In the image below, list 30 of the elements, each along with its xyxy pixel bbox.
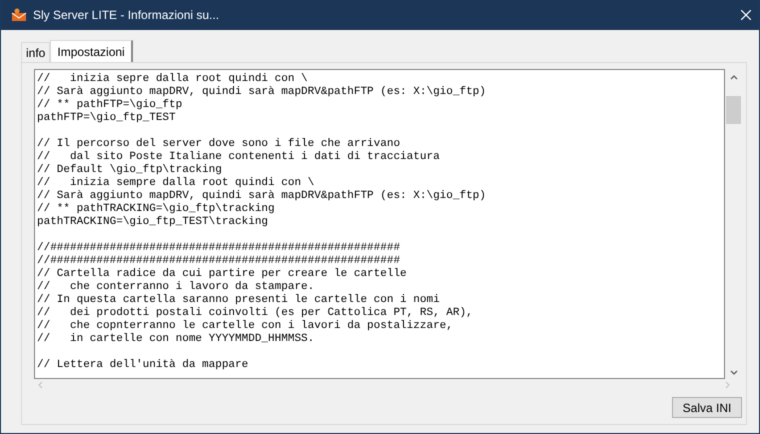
scrollbar-thumb[interactable] — [726, 96, 742, 124]
code-line: //##################################################### — [37, 242, 402, 255]
code-line: // Il percorso del server dove sono i file che arrivano — [37, 138, 402, 151]
code-line: pathTRACKING=\gio_ftp_TEST\tracking — [37, 216, 270, 229]
code-line: // Lettera dell'unità da mappare — [37, 359, 250, 372]
envelope-icon — [11, 8, 27, 22]
code-line: // che conterranno i lavoro da stampare. — [37, 281, 316, 294]
scroll-up-icon[interactable] — [730, 75, 738, 80]
code-line: // Default \gio_ftp\tracking — [37, 164, 223, 177]
code-line: pathFTP=\gio_ftp_TEST — [37, 112, 177, 125]
code-line: // Sarà aggiunto mapDRV, quindi sarà mapDRV&pathFTP (es: X:\gio_ftp) — [37, 86, 487, 99]
code-line: // che copnterranno le cartelle con i lavori da postalizzare, — [37, 320, 454, 333]
code-line: //##################################################### — [37, 255, 402, 268]
code-line: // inizia sempre dalla root quindi con \ — [37, 177, 316, 190]
scroll-down-icon[interactable] — [730, 370, 738, 375]
close-icon[interactable] — [741, 10, 751, 20]
code-line: // inizia sepre dalla root quindi con \ — [37, 73, 309, 86]
code-line: // dei prodotti postali coinvolti (es per Cattolica PT, RS, AR), — [37, 307, 474, 320]
code-line: // Sarà aggiunto mapDRV, quindi sarà mapDRV&pathFTP (es: X:\gio_ftp) — [37, 190, 487, 203]
tab[interactable]: info — [21, 42, 50, 62]
code-line: // dal sito Poste Italiane contenenti i dati di tracciatura — [37, 151, 441, 164]
text-editor[interactable] — [34, 69, 726, 379]
save-button[interactable]: Salva INI — [672, 397, 742, 418]
code-line: // ** pathFTP=\gio_ftp — [37, 99, 184, 112]
window-title: Sly Server LITE - Informazioni su... — [33, 8, 220, 22]
tab[interactable]: Impostazioni — [50, 40, 133, 62]
code-line: // Cartella radice da cui partire per creare le cartelle — [37, 268, 408, 281]
code-line: // In questa cartella saranno presenti le cartelle con i nomi — [37, 294, 441, 307]
code-line: // ** pathTRACKING=\gio_ftp\tracking — [37, 203, 276, 216]
code-line: // in cartelle con nome YYYYMMDD_HHMMSS. — [37, 333, 316, 346]
